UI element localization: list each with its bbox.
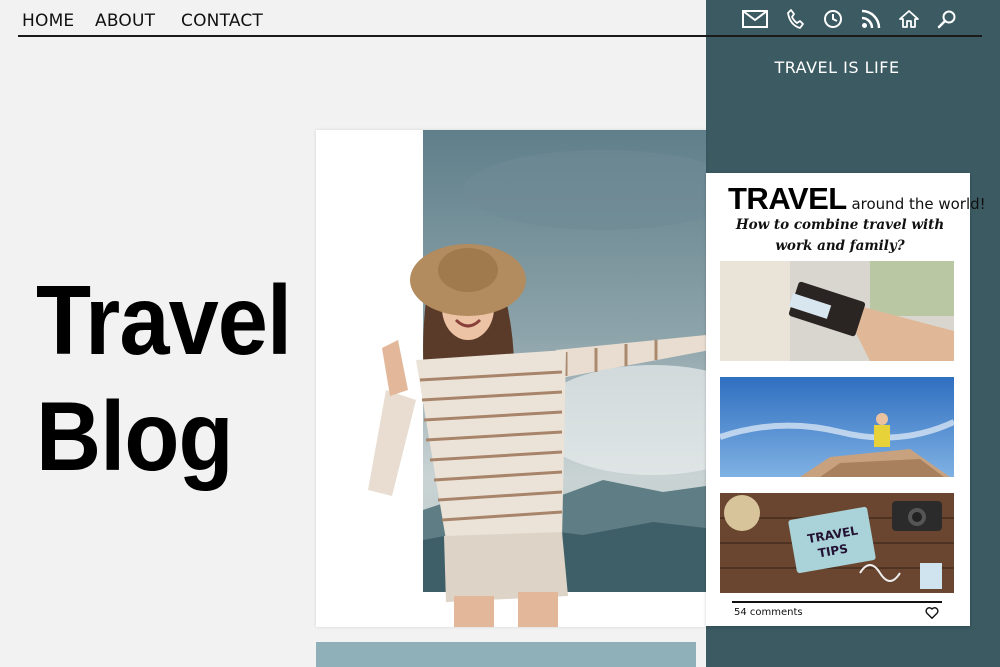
rss-icon[interactable] — [858, 6, 884, 32]
nav-about-link[interactable]: ABOUT — [95, 11, 155, 31]
post-subtitle-line-2: work and family? — [775, 238, 905, 254]
sidebar-tagline: TRAVEL IS LIFE — [774, 58, 900, 77]
hero-title-line-1: Travel — [36, 265, 292, 375]
post-headline-small: around the world! — [846, 195, 986, 213]
hero-title: Travel Blog — [36, 262, 292, 494]
icon-bar — [738, 6, 968, 32]
post-footer-divider — [732, 601, 942, 603]
nav-divider — [18, 35, 982, 37]
post-headline: TRAVEL around the world! — [728, 181, 986, 217]
nav-home-link[interactable]: HOME — [22, 11, 74, 31]
top-nav: HOME ABOUT CONTACT — [0, 0, 706, 40]
comments-link[interactable]: 54 comments — [734, 607, 803, 618]
bottom-accent-strip — [316, 642, 696, 667]
thumbnail-passport-handover[interactable] — [720, 261, 954, 361]
hero-photo-card — [316, 130, 752, 627]
mail-icon[interactable] — [742, 6, 768, 32]
traveler-figure — [368, 244, 752, 627]
post-subtitle: How to combine travel with work and fami… — [716, 215, 964, 257]
clock-icon[interactable] — [820, 6, 846, 32]
search-icon[interactable] — [934, 6, 960, 32]
post-headline-big: TRAVEL — [728, 181, 847, 216]
thumbnail-travel-tips[interactable]: TRAVEL TIPS — [720, 493, 954, 593]
post-subtitle-line-1: How to combine travel with — [735, 217, 945, 233]
blog-post-card[interactable]: TRAVEL around the world! How to combine … — [706, 173, 986, 626]
thumbnail-mountain-hiker[interactable] — [720, 377, 954, 477]
heart-icon[interactable] — [925, 606, 941, 622]
home-icon[interactable] — [896, 6, 922, 32]
hero-title-line-2: Blog — [36, 381, 234, 491]
nav-contact-link[interactable]: CONTACT — [181, 11, 263, 31]
phone-icon[interactable] — [782, 6, 808, 32]
